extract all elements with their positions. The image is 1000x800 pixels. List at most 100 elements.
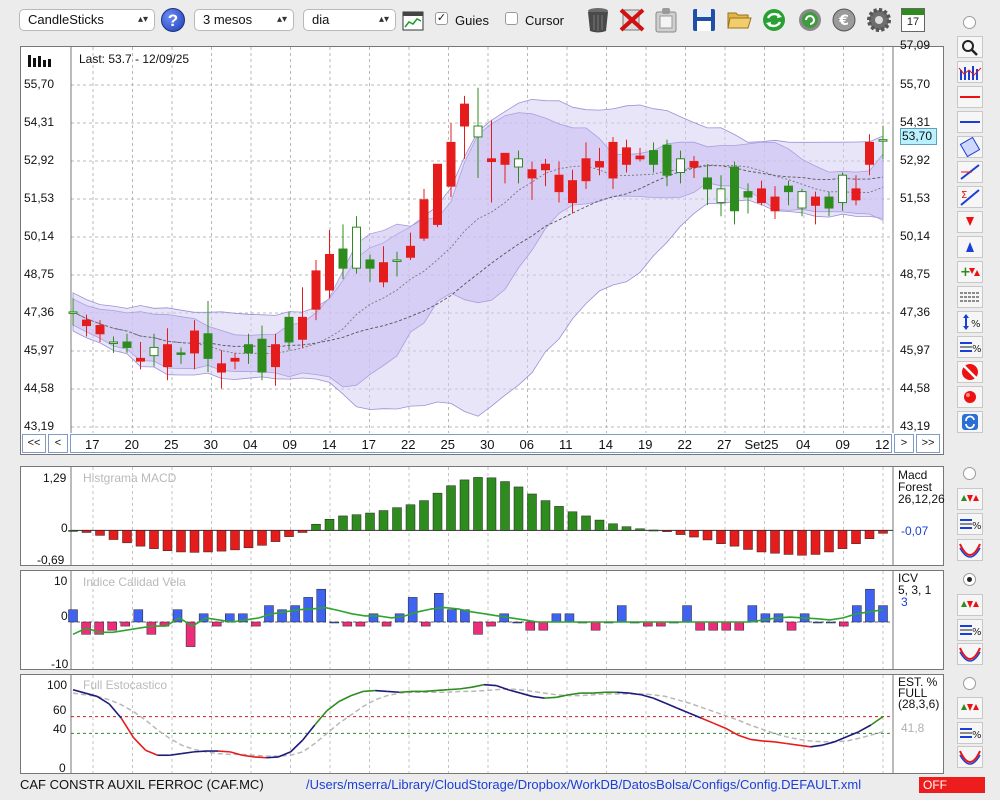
nav-prev-button[interactable]: < (48, 434, 68, 453)
macd-bar (540, 500, 551, 531)
zoom-tool-button[interactable] (957, 36, 983, 58)
interval-select[interactable]: dia ▴▾ (303, 9, 396, 31)
horizontal-line-red-button[interactable] (957, 86, 983, 108)
macd-bar (135, 530, 146, 547)
icv-bar (812, 621, 823, 624)
panel-select-radio-stoch[interactable] (963, 677, 976, 690)
nav-first-button[interactable]: << (22, 434, 46, 453)
folder-open-icon[interactable] (726, 6, 752, 34)
signals-button[interactable]: + (957, 261, 983, 283)
macd-percent-button[interactable]: % (957, 513, 983, 535)
x-tick-label: 30 (480, 437, 495, 452)
stoch-percent-button[interactable]: % (957, 722, 983, 744)
candle-body (68, 311, 78, 314)
red-arrows-icon (961, 704, 979, 711)
icv-signals-button[interactable] (957, 594, 983, 616)
calendar-icon[interactable]: 17 (901, 8, 925, 32)
buy-signal-button[interactable] (957, 236, 983, 258)
status-off-badge[interactable]: OFF (919, 777, 985, 793)
panel-select-radio-macd[interactable] (963, 467, 976, 480)
interval-value: dia (312, 12, 330, 27)
save-icon[interactable] (691, 6, 717, 34)
macd-signals-button[interactable] (957, 488, 983, 510)
trash-icon[interactable] (585, 6, 611, 34)
candle-body (865, 141, 874, 165)
candle-body (217, 363, 226, 373)
record-button[interactable] (957, 386, 983, 408)
x-tick-label: 14 (598, 437, 613, 452)
clip-icon[interactable] (653, 6, 679, 34)
icv-bar (708, 621, 718, 631)
delete-icon[interactable] (619, 6, 645, 34)
red-arrows-icon (961, 601, 979, 608)
clear-drawings-button[interactable] (957, 361, 983, 383)
macd-bar (351, 514, 362, 531)
channel-tool-button[interactable] (957, 136, 983, 158)
candle-body (824, 196, 834, 209)
icv-oscillator-button[interactable] (957, 643, 983, 665)
price-chart[interactable] (21, 47, 943, 454)
price-ytick-right: 50,14 (900, 229, 931, 243)
trend-line-button[interactable] (957, 161, 983, 183)
sell-signal-button[interactable] (957, 211, 983, 233)
stoch-main-segment (665, 702, 678, 709)
stoch-main-segment (218, 750, 231, 753)
icv-bar (211, 621, 222, 627)
stoch-main-segment (96, 695, 110, 705)
channel-icon (959, 136, 981, 158)
chevron-updown-icon: ▴▾ (137, 14, 148, 25)
help-icon[interactable]: ? (161, 8, 185, 32)
period-select[interactable]: 3 mesos ▴▾ (194, 9, 294, 31)
sync-button[interactable] (957, 411, 983, 433)
stoch-main-segment (786, 742, 799, 746)
candle-body (406, 245, 415, 258)
candle-body (541, 163, 550, 171)
horizontal-line-blue-button[interactable] (957, 111, 983, 133)
sum-line-button[interactable]: Σ (957, 186, 983, 208)
price-ytick-right: 52,92 (900, 153, 931, 167)
sync-arrows-icon (962, 414, 978, 430)
stoch-main-segment (737, 734, 751, 741)
stoch-main-segment (725, 727, 739, 736)
grid-lines-button[interactable] (957, 286, 983, 308)
chart-view-icon[interactable] (402, 10, 424, 32)
candle-body (365, 259, 375, 269)
panel-select-radio-icv[interactable] (963, 573, 976, 586)
settings-icon[interactable] (866, 6, 892, 34)
guides-checkbox[interactable]: ✓ (435, 12, 448, 25)
candle-body (82, 319, 91, 327)
refresh-icon[interactable] (761, 6, 787, 34)
percent-lines-button[interactable]: % (957, 336, 983, 358)
macd-bar (581, 515, 591, 531)
percent-lines-icon: % (960, 728, 982, 741)
volume-tool-button[interactable] (957, 61, 983, 83)
macd-oscillator-button[interactable] (957, 539, 983, 561)
nav-last-button[interactable]: >> (916, 434, 940, 453)
stoch-signals-button[interactable] (957, 697, 983, 719)
macd-bar (122, 530, 132, 544)
stoch-main-segment (423, 689, 436, 693)
nav-next-button[interactable]: > (894, 434, 914, 453)
icv-percent-button[interactable]: % (957, 619, 983, 641)
macd-bar (567, 511, 578, 531)
config-path[interactable]: /Users/mserra/Library/CloudStorage/Dropb… (306, 777, 861, 792)
oscillator-curve-icon (959, 750, 981, 765)
candle-body (487, 158, 496, 163)
candle-body (851, 188, 861, 201)
stoch-oscillator-button[interactable] (957, 746, 983, 768)
macd-bar (675, 530, 686, 535)
update-icon[interactable] (797, 6, 823, 34)
candle-body (784, 185, 793, 193)
euro-icon[interactable]: € (831, 6, 857, 34)
stoch-main-segment (592, 691, 605, 694)
percent-range-button[interactable]: % (957, 311, 983, 333)
stoch-main-segment (459, 686, 473, 690)
stoch-main-segment (483, 683, 497, 687)
panel-select-radio-price[interactable] (963, 16, 976, 29)
stoch-value: 41,8 (901, 721, 925, 735)
cursor-checkbox[interactable] (505, 12, 518, 25)
chart-type-select[interactable]: CandleSticks ▴▾ (19, 9, 155, 31)
macd-bar (459, 479, 470, 531)
percent-lines-icon: % (960, 519, 982, 532)
macd-bar (729, 530, 740, 547)
